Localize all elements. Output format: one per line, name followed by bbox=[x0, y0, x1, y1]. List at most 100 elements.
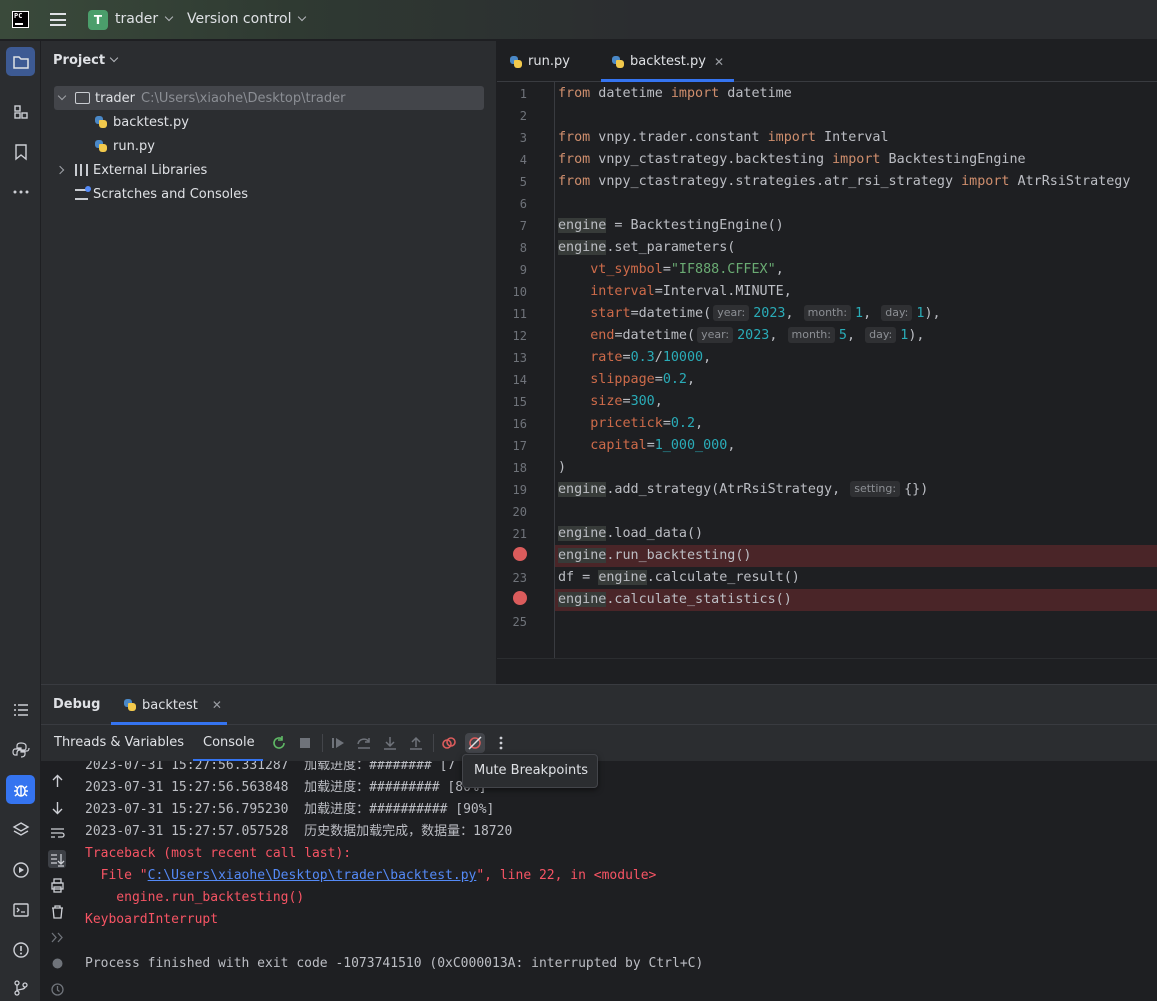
tab-console-label: Console bbox=[203, 735, 255, 750]
history-icon[interactable] bbox=[48, 980, 66, 998]
line-number: 2 bbox=[519, 109, 527, 123]
more-options-icon[interactable] bbox=[492, 734, 510, 752]
code-line: from vnpy.trader.constant import Interva… bbox=[558, 130, 889, 145]
traceback-file-link[interactable]: C:\Users\xiaohe\Desktop\trader\backtest.… bbox=[148, 868, 477, 883]
services-tool-icon[interactable] bbox=[6, 855, 35, 884]
code-line: pricetick=0.2, bbox=[590, 416, 704, 431]
python-file-icon bbox=[94, 115, 108, 129]
mute-breakpoints-button[interactable] bbox=[465, 733, 485, 753]
line-number: 13 bbox=[512, 351, 527, 365]
debug-tool-icon[interactable] bbox=[6, 775, 35, 804]
structure-tool-icon[interactable] bbox=[6, 97, 35, 126]
project-switcher[interactable]: trader bbox=[115, 11, 174, 27]
chevron-down-icon bbox=[109, 53, 119, 63]
debug-toolbar: Threads & Variables Console bbox=[41, 725, 1157, 761]
step-over-icon[interactable] bbox=[355, 734, 373, 752]
scroll-up-icon[interactable] bbox=[48, 772, 66, 790]
tree-item-run-py[interactable]: run.py bbox=[94, 134, 155, 158]
tree-item-trader-root[interactable]: trader C:\Users\xiaohe\Desktop\trader bbox=[54, 86, 484, 110]
code-line: df = engine.calculate_result() bbox=[558, 570, 800, 585]
git-tool-icon[interactable] bbox=[6, 973, 35, 1001]
view-breakpoints-icon[interactable] bbox=[440, 734, 458, 752]
code-line: rate=0.3/10000, bbox=[590, 350, 712, 365]
console-error-line: engine.run_backtesting() bbox=[85, 890, 305, 905]
stop-icon[interactable] bbox=[296, 734, 314, 752]
python-console-icon[interactable] bbox=[48, 954, 66, 972]
scratches-label: Scratches and Consoles bbox=[93, 186, 249, 202]
layers-tool-icon[interactable] bbox=[6, 815, 35, 844]
rerun-icon[interactable] bbox=[270, 734, 288, 752]
code-line: end=datetime(year: 2023, month: 5, day: 1), bbox=[590, 327, 925, 343]
console-error-line: File "C:\Users\xiaohe\Desktop\trader\bac… bbox=[85, 868, 657, 883]
editor-tabs: run.py backtest.py ✕ bbox=[497, 41, 1157, 82]
close-icon[interactable]: ✕ bbox=[714, 55, 724, 69]
line-number: 9 bbox=[519, 263, 527, 277]
scroll-down-icon[interactable] bbox=[48, 798, 66, 816]
print-icon[interactable] bbox=[48, 876, 66, 894]
title-bar: PC T trader Version control bbox=[0, 0, 1157, 40]
line-number: 16 bbox=[512, 417, 527, 431]
resume-icon[interactable] bbox=[329, 734, 347, 752]
tab-run-py[interactable]: run.py bbox=[509, 41, 570, 82]
version-control-menu[interactable]: Version control bbox=[187, 11, 307, 27]
python-packages-icon[interactable] bbox=[6, 735, 35, 764]
line-number: 1 bbox=[519, 87, 527, 101]
project-badge[interactable]: T bbox=[88, 10, 108, 30]
code-line: engine.set_parameters( bbox=[558, 240, 736, 255]
line-number: 3 bbox=[519, 131, 527, 145]
file-name: run.py bbox=[113, 138, 155, 154]
todo-tool-icon[interactable] bbox=[6, 695, 35, 724]
line-number: 15 bbox=[512, 395, 527, 409]
expand-arrow-icon[interactable] bbox=[57, 91, 67, 101]
breakpoint-icon[interactable] bbox=[513, 547, 527, 561]
param-hint: month: bbox=[787, 327, 835, 343]
bookmarks-tool-icon[interactable] bbox=[6, 137, 35, 166]
python-file-icon bbox=[123, 698, 137, 712]
console-output[interactable]: 2023-07-31 15:27:56.331287 加载进度：########… bbox=[85, 761, 1157, 1001]
tab-backtest-py[interactable]: backtest.py ✕ bbox=[601, 41, 734, 82]
show-more-icon[interactable] bbox=[48, 928, 66, 946]
debug-panel: Debug backtest ✕ Threads & Variables Con… bbox=[41, 684, 1157, 1001]
line-number: 11 bbox=[512, 307, 527, 321]
line-number: 12 bbox=[512, 329, 527, 343]
tab-threads-variables[interactable]: Threads & Variables bbox=[54, 735, 184, 750]
chevron-down-icon bbox=[298, 12, 307, 22]
soft-wrap-icon[interactable] bbox=[48, 824, 66, 842]
tree-item-external-libraries[interactable]: External Libraries bbox=[55, 158, 207, 182]
debug-session-tab[interactable]: backtest ✕ bbox=[111, 685, 227, 725]
line-number: 7 bbox=[519, 219, 527, 233]
line-number: 23 bbox=[512, 571, 527, 585]
param-hint: setting: bbox=[850, 481, 901, 497]
step-out-icon[interactable] bbox=[407, 734, 425, 752]
terminal-tool-icon[interactable] bbox=[6, 895, 35, 924]
tab-label: run.py bbox=[528, 54, 570, 69]
step-into-icon[interactable] bbox=[381, 734, 399, 752]
scroll-to-end-icon[interactable] bbox=[48, 850, 66, 868]
more-tools-icon[interactable] bbox=[6, 177, 35, 206]
code-line-breakpoint: engine.calculate_statistics() bbox=[555, 589, 1157, 611]
console-line: 2023-07-31 15:27:56.563848 加载进度：########… bbox=[85, 780, 487, 795]
problems-tool-icon[interactable] bbox=[6, 935, 35, 964]
debug-title: Debug bbox=[53, 697, 101, 712]
param-hint: day: bbox=[865, 327, 897, 343]
param-hint: month: bbox=[803, 305, 852, 321]
clear-all-icon[interactable] bbox=[48, 902, 66, 920]
breakpoint-icon[interactable] bbox=[513, 591, 527, 605]
tree-item-scratches[interactable]: Scratches and Consoles bbox=[75, 182, 248, 206]
file-name: backtest.py bbox=[113, 114, 189, 130]
console-error-line: Traceback (most recent call last): bbox=[85, 846, 352, 861]
folder-icon bbox=[75, 92, 90, 104]
editor-bottom-strip bbox=[497, 658, 1157, 684]
project-panel-header[interactable]: Project bbox=[53, 53, 119, 68]
main-menu-icon[interactable] bbox=[50, 13, 66, 26]
project-tool-icon[interactable] bbox=[6, 47, 35, 76]
line-number: 6 bbox=[519, 197, 527, 211]
close-icon[interactable]: ✕ bbox=[212, 698, 222, 712]
expand-arrow-icon[interactable] bbox=[55, 165, 65, 175]
tab-console[interactable]: Console bbox=[193, 725, 263, 761]
console-line: 2023-07-31 15:27:57.057528 历史数据加载完成，数据量：… bbox=[85, 824, 513, 839]
python-file-icon bbox=[611, 55, 625, 69]
line-number: 10 bbox=[512, 285, 527, 299]
tree-item-backtest-py[interactable]: backtest.py bbox=[94, 110, 189, 134]
editor-gutter[interactable]: 1 2 3 4 5 6 7 8 9 10 11 12 13 14 15 16 1… bbox=[497, 82, 555, 658]
